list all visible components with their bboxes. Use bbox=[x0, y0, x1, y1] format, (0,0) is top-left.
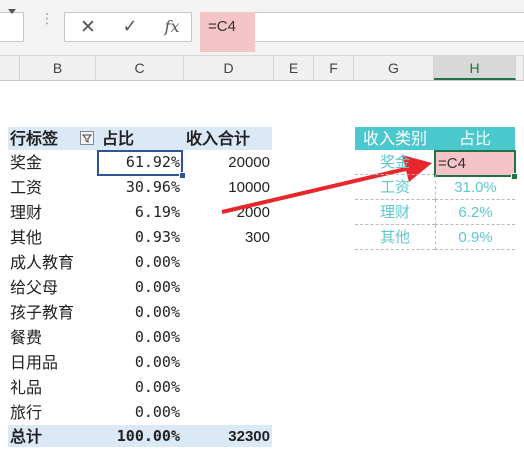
summary-row-value[interactable]: 31.0% bbox=[435, 175, 515, 200]
summary-header-category[interactable]: 收入类别 bbox=[355, 127, 435, 150]
summary-row-category[interactable]: 奖金 bbox=[355, 150, 435, 175]
summary-row-value[interactable]: 0.9% bbox=[435, 225, 515, 250]
summary-header-pct[interactable]: 占比 bbox=[435, 127, 515, 150]
summary-row-category[interactable]: 理财 bbox=[355, 200, 435, 225]
summary-row-category[interactable]: 其他 bbox=[355, 225, 435, 250]
summary-row-value[interactable]: 6.2% bbox=[435, 200, 515, 225]
summary-row-category[interactable]: 工资 bbox=[355, 175, 435, 200]
editing-cell[interactable]: =C4 bbox=[434, 150, 516, 177]
